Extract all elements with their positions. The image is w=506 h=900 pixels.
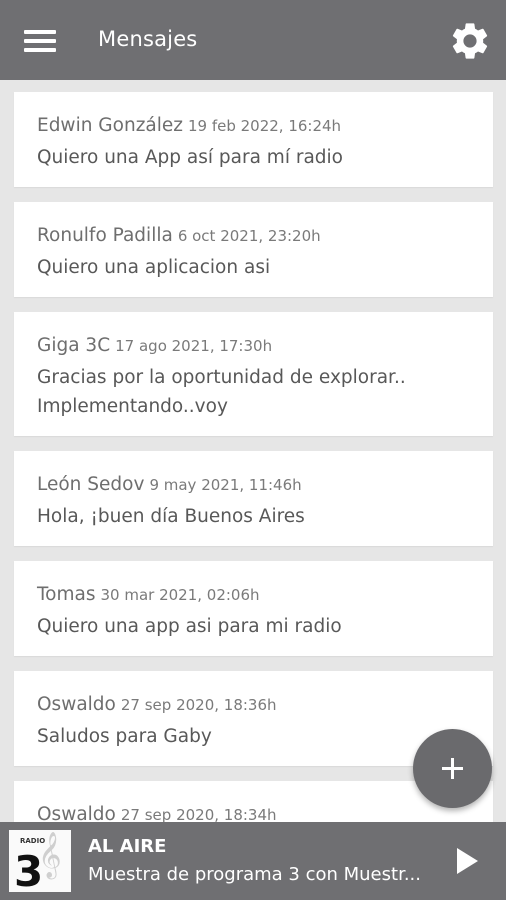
message-date: 27 sep 2020, 18:34h — [120, 806, 277, 822]
message-date: 9 may 2021, 11:46h — [149, 476, 302, 494]
gear-icon — [452, 23, 488, 59]
message-author: León Sedov — [37, 474, 145, 495]
message-card[interactable]: León Sedov 9 may 2021, 11:46h Hola, ¡buen… — [14, 451, 493, 546]
hamburger-menu-icon — [24, 30, 56, 34]
message-card[interactable]: Giga 3C 17 ago 2021, 17:30h Gracias por l… — [14, 312, 493, 436]
message-author: Giga 3C — [37, 335, 111, 356]
message-text: Hola, ¡buen día Buenos Aires — [37, 506, 305, 527]
message-card[interactable]: Edwin González 19 feb 2022, 16:24h Quiero… — [14, 92, 493, 187]
app-bar: Mensajes — [0, 0, 506, 80]
message-card[interactable]: Ronulfo Padilla 6 oct 2021, 23:20h Quiero… — [14, 202, 493, 297]
program-title: Muestra de programa 3 con Muestr... — [88, 864, 421, 885]
message-text: Saludos para Gaby — [37, 726, 212, 747]
page-title: Mensajes — [98, 27, 198, 51]
message-author: Tomas — [37, 584, 96, 605]
add-message-button[interactable] — [413, 729, 492, 808]
message-author: Edwin González — [37, 115, 183, 136]
message-date: 19 feb 2022, 16:24h — [187, 117, 342, 135]
radio-logo-image: 𝄞 RADIO 3 — [9, 830, 71, 896]
message-text: Gracias por la oportunidad de explorar..… — [37, 363, 470, 421]
svg-text:3: 3 — [14, 847, 43, 892]
message-text: Quiero una app asi para mi radio — [37, 616, 342, 637]
message-text: Quiero una App así para mí radio — [37, 147, 343, 168]
message-text: Quiero una aplicacion asi — [37, 257, 271, 278]
svg-text:RADIO: RADIO — [20, 837, 45, 845]
message-author: Ronulfo Padilla — [37, 225, 173, 246]
message-date: 17 ago 2021, 17:30h — [115, 337, 273, 355]
message-card[interactable]: Tomas 30 mar 2021, 02:06h Quiero una app … — [14, 561, 493, 656]
settings-button[interactable] — [448, 19, 492, 63]
player-bar[interactable]: 𝄞 RADIO 3 AL AIRE Muestra de programa 3 … — [0, 822, 506, 900]
menu-button[interactable] — [24, 28, 56, 52]
message-author: Oswaldo — [37, 694, 116, 715]
message-list[interactable]: Edwin González 19 feb 2022, 16:24h Quiero… — [0, 80, 506, 822]
on-air-label: AL AIRE — [88, 836, 167, 857]
message-text-line: Gracias por la oportunidad de explorar.. — [37, 367, 406, 388]
message-date: 6 oct 2021, 23:20h — [177, 227, 321, 245]
message-author: Oswaldo — [37, 804, 116, 822]
message-date: 30 mar 2021, 02:06h — [100, 586, 260, 604]
radio-logo: 𝄞 RADIO 3 — [9, 830, 71, 896]
message-date: 27 sep 2020, 18:36h — [120, 696, 277, 714]
play-icon — [457, 848, 478, 874]
play-button[interactable] — [452, 846, 482, 876]
message-text-line: Implementando..voy — [37, 396, 228, 417]
